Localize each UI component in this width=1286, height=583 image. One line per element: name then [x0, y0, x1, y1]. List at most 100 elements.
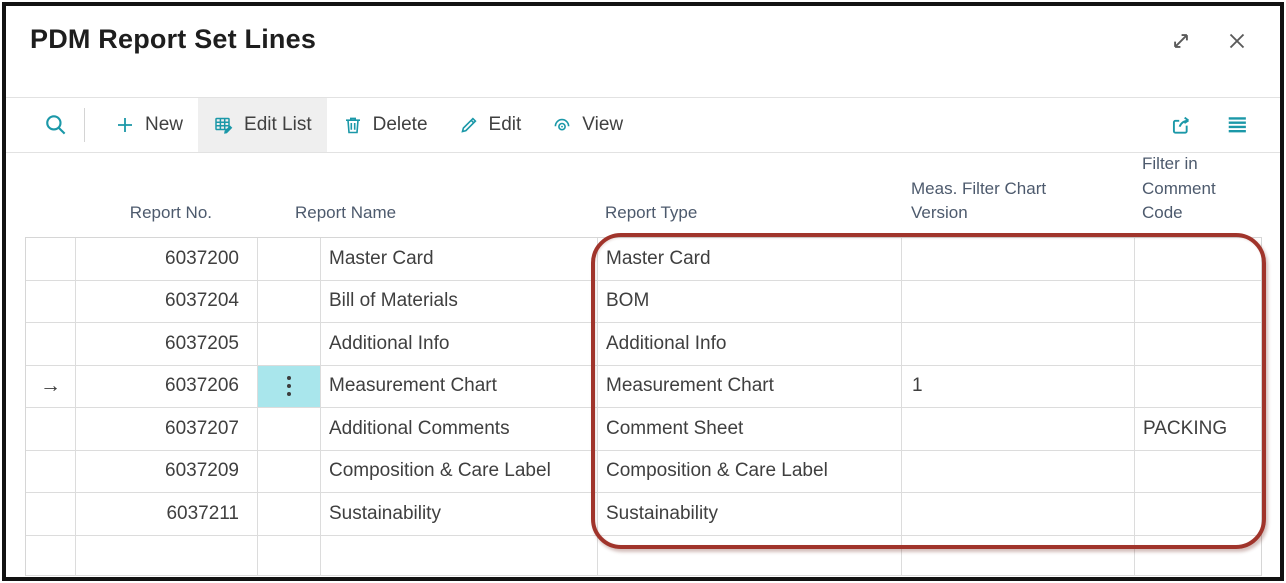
eye-icon	[551, 114, 573, 136]
delete-button[interactable]: Delete	[327, 98, 443, 152]
cell-report-type[interactable]: Measurement Chart	[598, 366, 902, 408]
header-report-type[interactable]: Report Type	[597, 201, 901, 237]
delete-button-label: Delete	[373, 114, 428, 136]
row-options-button[interactable]	[258, 408, 321, 450]
row-options-button[interactable]	[258, 493, 321, 535]
cell-report-type[interactable]: Master Card	[598, 238, 902, 280]
cell-meas-filter-chart-version[interactable]	[902, 281, 1135, 323]
resize-icon	[1168, 28, 1194, 54]
pdm-report-set-lines-dialog: PDM Report Set Lines	[0, 0, 1286, 583]
close-button[interactable]	[1222, 26, 1252, 56]
list-icon	[1224, 112, 1250, 138]
edit-button[interactable]: Edit	[443, 98, 537, 152]
row-selector-cell[interactable]: →	[26, 238, 76, 280]
cell-meas-filter-chart-version[interactable]: 1	[902, 366, 1135, 408]
row-options-button[interactable]	[258, 323, 321, 365]
cell-report-no[interactable]: 6037205	[76, 323, 258, 365]
cell-filter-in-comment-code[interactable]	[1135, 536, 1263, 575]
row-options-button[interactable]	[258, 536, 321, 575]
table-row[interactable]: → 6037206 Measurement Chart Measurement …	[26, 366, 1261, 409]
cell-filter-in-comment-code[interactable]	[1135, 281, 1263, 323]
cell-report-type[interactable]: Sustainability	[598, 493, 902, 535]
cell-filter-in-comment-code[interactable]	[1135, 323, 1263, 365]
edit-button-label: Edit	[489, 114, 522, 136]
cell-report-no[interactable]: 6037207	[76, 408, 258, 450]
new-button[interactable]: New	[99, 98, 198, 152]
header-selector	[25, 226, 75, 237]
share-button[interactable]	[1166, 110, 1196, 140]
cell-meas-filter-chart-version[interactable]	[902, 238, 1135, 280]
cell-report-name[interactable]: Composition & Care Label	[321, 451, 598, 493]
table-edit-icon	[213, 114, 235, 136]
cell-report-no[interactable]	[76, 536, 258, 575]
row-selector-cell[interactable]: →	[26, 323, 76, 365]
table-row[interactable]: → 6037205 Additional Info Additional Inf…	[26, 323, 1261, 366]
table-row[interactable]: → 6037211 Sustainability Sustainability	[26, 493, 1261, 536]
row-selector-cell[interactable]: →	[26, 366, 76, 408]
cell-report-name[interactable]: Bill of Materials	[321, 281, 598, 323]
search-icon	[43, 112, 69, 138]
table-header-row: Report No. Report Name Report Type Meas.…	[25, 152, 1262, 237]
row-selector-cell[interactable]: →	[26, 451, 76, 493]
cell-report-no[interactable]: 6037209	[76, 451, 258, 493]
toolbar: New Edit List Delete	[6, 97, 1280, 153]
cell-meas-filter-chart-version[interactable]	[902, 536, 1135, 575]
row-selector-cell[interactable]: →	[26, 408, 76, 450]
header-filter-in-comment-code[interactable]: Filter in Comment Code	[1134, 152, 1262, 237]
pencil-icon	[458, 114, 480, 136]
cell-filter-in-comment-code[interactable]	[1135, 366, 1263, 408]
cell-meas-filter-chart-version[interactable]	[902, 493, 1135, 535]
list-button[interactable]	[1222, 110, 1252, 140]
table-row[interactable]: → 6037209 Composition & Care Label Compo…	[26, 451, 1261, 494]
toolbar-right	[1166, 98, 1252, 152]
cell-report-type[interactable]: Additional Info	[598, 323, 902, 365]
edit-list-button-label: Edit List	[244, 114, 312, 136]
table-row[interactable]: →	[26, 536, 1261, 576]
row-options-button[interactable]	[258, 366, 321, 408]
row-options-button[interactable]	[258, 281, 321, 323]
cell-report-no[interactable]: 6037206	[76, 366, 258, 408]
cell-report-name[interactable]: Measurement Chart	[321, 366, 598, 408]
page-title: PDM Report Set Lines	[30, 24, 316, 55]
cell-meas-filter-chart-version[interactable]	[902, 408, 1135, 450]
cell-filter-in-comment-code[interactable]	[1135, 451, 1263, 493]
cell-report-no[interactable]: 6037204	[76, 281, 258, 323]
row-selector-cell[interactable]: →	[26, 536, 76, 575]
vertical-ellipsis-icon	[287, 376, 291, 396]
edit-list-button[interactable]: Edit List	[198, 98, 327, 152]
cell-meas-filter-chart-version[interactable]	[902, 323, 1135, 365]
window-controls	[1166, 26, 1252, 56]
table-row[interactable]: → 6037207 Additional Comments Comment Sh…	[26, 408, 1261, 451]
cell-report-type[interactable]: BOM	[598, 281, 902, 323]
cell-report-no[interactable]: 6037200	[76, 238, 258, 280]
new-button-label: New	[145, 114, 183, 136]
view-button[interactable]: View	[536, 98, 638, 152]
cell-report-type[interactable]: Comment Sheet	[598, 408, 902, 450]
search-button[interactable]	[36, 98, 76, 152]
row-options-button[interactable]	[258, 238, 321, 280]
table-body: → 6037200 Master Card Master Card → 6037…	[25, 237, 1262, 576]
row-selector-cell[interactable]: →	[26, 493, 76, 535]
table-row[interactable]: → 6037204 Bill of Materials BOM	[26, 281, 1261, 324]
cell-filter-in-comment-code[interactable]: PACKING	[1135, 408, 1263, 450]
cell-filter-in-comment-code[interactable]	[1135, 493, 1263, 535]
table-row[interactable]: → 6037200 Master Card Master Card	[26, 238, 1261, 281]
cell-report-name[interactable]	[321, 536, 598, 575]
cell-report-name[interactable]: Master Card	[321, 238, 598, 280]
cell-report-type[interactable]: Composition & Care Label	[598, 451, 902, 493]
cell-filter-in-comment-code[interactable]	[1135, 238, 1263, 280]
current-row-arrow-icon: →	[40, 374, 61, 398]
cell-report-no[interactable]: 6037211	[76, 493, 258, 535]
header-report-name[interactable]: Report Name	[257, 201, 597, 237]
cell-report-type[interactable]	[598, 536, 902, 575]
cell-meas-filter-chart-version[interactable]	[902, 451, 1135, 493]
header-meas-filter-chart-version[interactable]: Meas. Filter Chart Version	[901, 177, 1134, 237]
header-report-no[interactable]: Report No.	[75, 201, 257, 237]
cell-report-name[interactable]: Additional Info	[321, 323, 598, 365]
share-icon	[1168, 112, 1194, 138]
cell-report-name[interactable]: Sustainability	[321, 493, 598, 535]
resize-button[interactable]	[1166, 26, 1196, 56]
row-options-button[interactable]	[258, 451, 321, 493]
cell-report-name[interactable]: Additional Comments	[321, 408, 598, 450]
row-selector-cell[interactable]: →	[26, 281, 76, 323]
